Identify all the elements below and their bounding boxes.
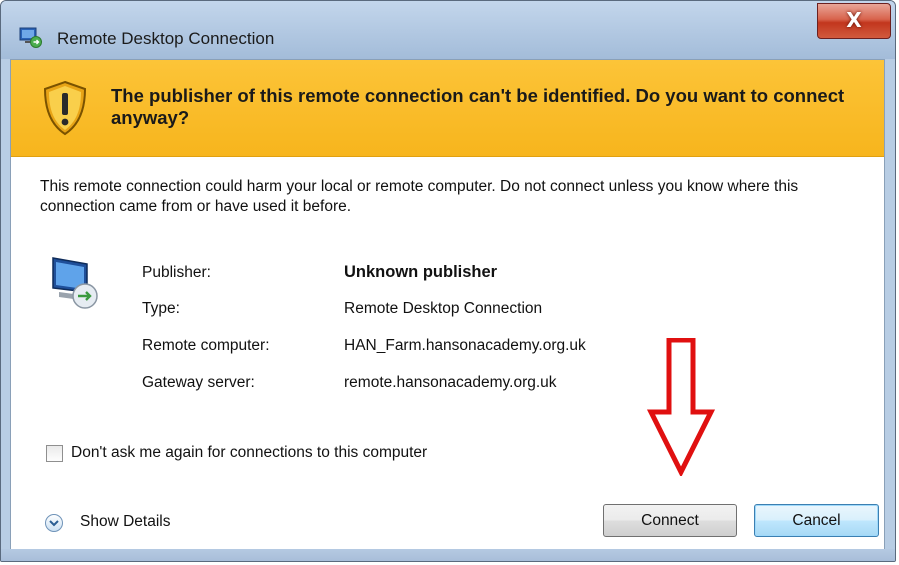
type-value: Remote Desktop Connection xyxy=(344,300,543,317)
remote-desktop-app-icon xyxy=(19,27,42,48)
description-text: This remote connection could harm your l… xyxy=(40,178,799,215)
window-frame-bottom xyxy=(1,549,895,561)
close-button[interactable]: X xyxy=(817,3,891,39)
show-details-link[interactable]: Show Details xyxy=(80,513,170,531)
type-label: Type: xyxy=(142,300,180,317)
connect-button[interactable]: Connect xyxy=(603,504,737,537)
cancel-button[interactable]: Cancel xyxy=(754,504,879,537)
remote-computer-icon xyxy=(52,257,98,309)
publisher-value: Unknown publisher xyxy=(344,263,498,281)
publisher-label: Publisher: xyxy=(142,264,211,281)
window-title: Remote Desktop Connection xyxy=(57,29,275,48)
dont-ask-again-checkbox[interactable] xyxy=(46,445,63,462)
dont-ask-again-label[interactable]: Don't ask me again for connections to th… xyxy=(71,444,427,462)
close-icon: X xyxy=(846,8,862,32)
chevron-down-circle-icon[interactable] xyxy=(44,513,64,533)
warning-message: The publisher of this remote connection … xyxy=(111,85,845,128)
dialog-window: Remote Desktop Connection X The publishe… xyxy=(0,0,896,562)
gateway-server-label: Gateway server: xyxy=(142,374,255,391)
warning-banner: The publisher of this remote connection … xyxy=(11,60,884,157)
shield-warning-icon xyxy=(43,80,87,136)
gateway-server-value: remote.hansonacademy.org.uk xyxy=(344,374,557,391)
dialog-content: The publisher of this remote connection … xyxy=(10,59,885,551)
title-bar[interactable]: Remote Desktop Connection X xyxy=(1,1,895,59)
remote-computer-value: HAN_Farm.hansonacademy.org.uk xyxy=(344,337,586,354)
remote-computer-label: Remote computer: xyxy=(142,337,270,354)
red-arrow-annotation xyxy=(646,338,716,476)
